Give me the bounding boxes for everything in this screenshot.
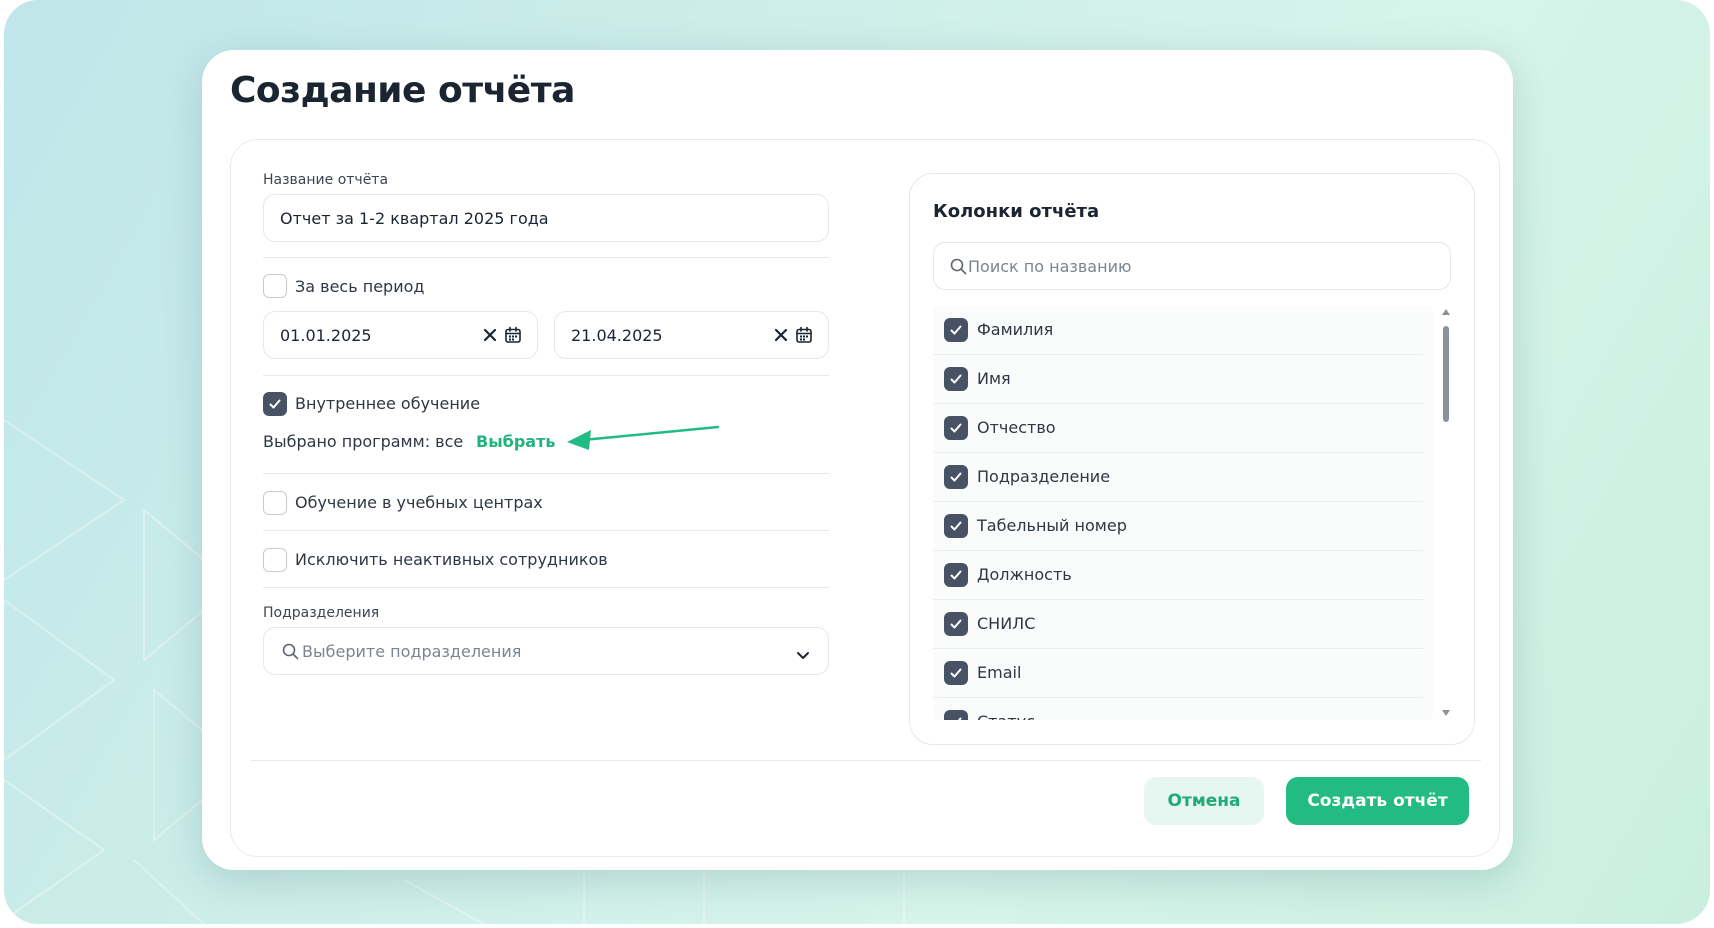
internal-training-label: Внутреннее обучение [295,394,481,413]
arrow-pointer-icon [567,425,720,450]
calendar-icon[interactable] [795,326,813,348]
report-form-card: Название отчёта За весь период 01.01.202… [230,139,1500,857]
column-label: Email [977,663,1022,682]
modal-title: Создание отчёта [230,70,575,111]
divider [263,587,829,588]
list-item[interactable]: Имя [933,355,1423,404]
list-item[interactable]: Должность [933,551,1423,600]
columns-list: Фамилия Имя Отчество Подразделение Табел… [933,306,1433,720]
column-checkbox[interactable] [944,318,968,342]
column-label: Фамилия [977,320,1054,339]
column-label: Должность [977,565,1072,584]
clear-date-from-icon[interactable] [482,327,498,347]
search-icon [950,258,967,279]
training-centers-label: Обучение в учебных центрах [295,493,543,512]
exclude-inactive-label: Исключить неактивных сотрудников [295,550,608,569]
chevron-down-icon [796,646,810,665]
create-report-button[interactable]: Создать отчёт [1286,777,1469,825]
columns-search-field[interactable] [933,242,1451,290]
training-centers-checkbox[interactable] [263,491,287,515]
date-to-field[interactable]: 21.04.2025 [554,311,829,359]
programs-selected-text: Выбрано программ: все [263,432,464,451]
column-checkbox[interactable] [944,416,968,440]
divider [263,375,829,376]
column-checkbox[interactable] [944,612,968,636]
departments-select[interactable]: Выберите подразделения [263,627,829,675]
list-item[interactable]: Email [933,649,1423,698]
column-checkbox[interactable] [944,514,968,538]
report-name-label: Название отчёта [263,172,389,188]
report-columns-panel: Колонки отчёта Фамилия Имя Отчес [909,173,1475,745]
exclude-inactive-checkbox[interactable] [263,548,287,572]
column-label: СНИЛС [977,614,1036,633]
column-label: Подразделение [977,467,1111,486]
scroll-up-icon[interactable] [1442,308,1450,316]
columns-panel-title: Колонки отчёта [933,201,1100,222]
column-label: Отчество [977,418,1056,437]
columns-search-input[interactable] [968,243,1438,289]
whole-period-label: За весь период [295,277,425,296]
columns-scrollbar[interactable] [1439,306,1453,720]
report-name-input[interactable] [263,194,829,242]
column-checkbox[interactable] [944,661,968,685]
select-programs-link[interactable]: Выбрать [476,432,555,451]
date-from-value: 01.01.2025 [280,326,372,345]
list-item[interactable]: Отчество [933,404,1423,453]
scroll-down-icon[interactable] [1442,709,1450,717]
whole-period-checkbox[interactable] [263,274,287,298]
departments-label: Подразделения [263,605,380,621]
check-icon [269,399,281,409]
list-item[interactable]: Подразделение [933,453,1423,502]
column-label: Имя [977,369,1011,388]
departments-placeholder: Выберите подразделения [302,642,522,661]
divider [263,473,829,474]
list-item[interactable]: Статус [933,698,1423,720]
column-checkbox[interactable] [944,367,968,391]
clear-date-to-icon[interactable] [773,327,789,347]
internal-training-checkbox[interactable] [263,392,287,416]
search-icon [282,643,299,664]
divider [263,257,829,258]
list-item[interactable]: Фамилия [933,306,1423,355]
column-checkbox[interactable] [944,710,968,720]
create-report-modal: Создание отчёта Название отчёта За весь … [202,50,1513,870]
date-to-value: 21.04.2025 [571,326,663,345]
cancel-button[interactable]: Отмена [1144,777,1264,825]
date-from-field[interactable]: 01.01.2025 [263,311,538,359]
column-checkbox[interactable] [944,563,968,587]
divider [263,530,829,531]
column-label: Статус [977,712,1035,720]
list-item[interactable]: Табельный номер [933,502,1423,551]
list-item[interactable]: СНИЛС [933,600,1423,649]
column-checkbox[interactable] [944,465,968,489]
calendar-icon[interactable] [504,326,522,348]
footer-divider [251,760,1481,761]
scroll-thumb[interactable] [1443,326,1449,422]
column-label: Табельный номер [977,516,1127,535]
